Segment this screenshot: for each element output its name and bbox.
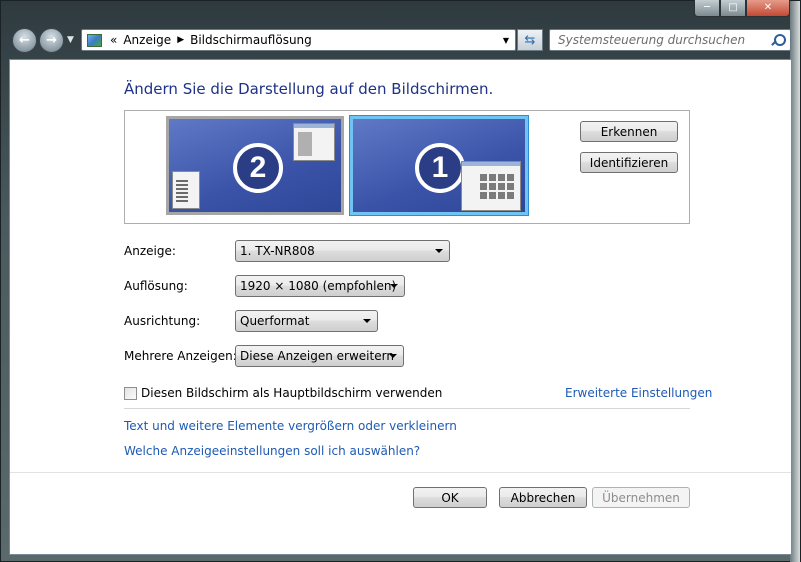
breadcrumb-separator-icon[interactable]: ▶ bbox=[177, 35, 184, 45]
control-panel-window: ─ □ ✕ ← → ▼ « Anzeige ▶ Bildschirmauflös… bbox=[0, 0, 801, 562]
minimize-icon[interactable]: ─ bbox=[694, 0, 720, 17]
orientation-value: Querformat bbox=[240, 314, 310, 328]
footer-divider bbox=[10, 472, 791, 473]
identify-button[interactable]: Identifizieren bbox=[580, 152, 678, 173]
search-input[interactable]: Systemsteuerung durchsuchen bbox=[549, 29, 791, 51]
multiple-displays-select[interactable]: Diese Anzeigen erweitern bbox=[235, 345, 404, 367]
display-select[interactable]: 1. TX-NR808 bbox=[235, 240, 450, 262]
mini-window-icon bbox=[293, 123, 335, 161]
recent-pages-dropdown-icon[interactable]: ▼ bbox=[67, 35, 74, 45]
breadcrumb-overflow[interactable]: « bbox=[110, 33, 117, 47]
refresh-button[interactable]: ⇆ bbox=[517, 29, 543, 51]
address-bar[interactable]: « Anzeige ▶ Bildschirmauflösung ▼ bbox=[81, 29, 516, 51]
advanced-settings-link[interactable]: Erweiterte Einstellungen bbox=[565, 386, 712, 400]
mini-list-window-icon bbox=[172, 171, 200, 209]
resolution-label: Auflösung: bbox=[124, 279, 188, 293]
address-dropdown-icon[interactable]: ▼ bbox=[503, 36, 509, 45]
monitor-1[interactable]: 1 bbox=[350, 116, 528, 215]
multiple-displays-label: Mehrere Anzeigen: bbox=[124, 349, 237, 363]
primary-display-label[interactable]: Diesen Bildschirm als Hauptbildschirm ve… bbox=[141, 386, 442, 400]
which-settings-link[interactable]: Welche Anzeigeeinstellungen soll ich aus… bbox=[124, 444, 420, 458]
main-content: Ändern Sie die Darstellung auf den Bilds… bbox=[9, 59, 792, 555]
display-value: 1. TX-NR808 bbox=[240, 244, 315, 258]
detect-button[interactable]: Erkennen bbox=[580, 121, 678, 142]
page-title: Ändern Sie die Darstellung auf den Bilds… bbox=[124, 80, 494, 98]
monitor-number-2: 2 bbox=[233, 143, 283, 193]
text-size-link[interactable]: Text und weitere Elemente vergrößern ode… bbox=[124, 419, 457, 433]
orientation-select[interactable]: Querformat bbox=[235, 310, 378, 332]
close-icon[interactable]: ✕ bbox=[746, 0, 790, 17]
mini-tiles-window-icon bbox=[461, 161, 521, 211]
divider bbox=[124, 408, 690, 409]
apply-button[interactable]: Übernehmen bbox=[592, 487, 690, 508]
forward-arrow-icon[interactable]: → bbox=[39, 28, 64, 53]
back-arrow-icon[interactable]: ← bbox=[12, 28, 37, 53]
monitor-arrangement-panel: 2 1 Erkennen Identifizieren bbox=[124, 110, 690, 224]
cancel-button[interactable]: Abbrechen bbox=[499, 487, 587, 508]
search-placeholder: Systemsteuerung durchsuchen bbox=[558, 33, 746, 47]
resolution-select[interactable]: 1920 × 1080 (empfohlen) bbox=[235, 275, 405, 297]
chevron-down-icon bbox=[389, 354, 397, 358]
monitor-number-1: 1 bbox=[415, 143, 465, 193]
monitor-2[interactable]: 2 bbox=[166, 116, 344, 215]
breadcrumb-anzeige[interactable]: Anzeige bbox=[123, 33, 171, 47]
primary-display-checkbox[interactable] bbox=[124, 387, 137, 400]
orientation-label: Ausrichtung: bbox=[124, 314, 201, 328]
refresh-icon: ⇆ bbox=[524, 32, 536, 48]
chevron-down-icon bbox=[390, 284, 398, 288]
caption-buttons: ─ □ ✕ bbox=[694, 0, 790, 17]
resolution-value: 1920 × 1080 (empfohlen) bbox=[240, 279, 397, 293]
search-icon[interactable] bbox=[770, 33, 786, 47]
ok-button[interactable]: OK bbox=[413, 487, 487, 508]
breadcrumb-bildschirmaufloesung[interactable]: Bildschirmauflösung bbox=[190, 33, 312, 47]
control-panel-icon bbox=[87, 33, 102, 47]
multiple-displays-value: Diese Anzeigen erweitern bbox=[240, 349, 394, 363]
chevron-down-icon bbox=[435, 249, 443, 253]
chevron-down-icon bbox=[363, 319, 371, 323]
display-label: Anzeige: bbox=[124, 244, 176, 258]
maximize-icon[interactable]: □ bbox=[720, 0, 746, 17]
